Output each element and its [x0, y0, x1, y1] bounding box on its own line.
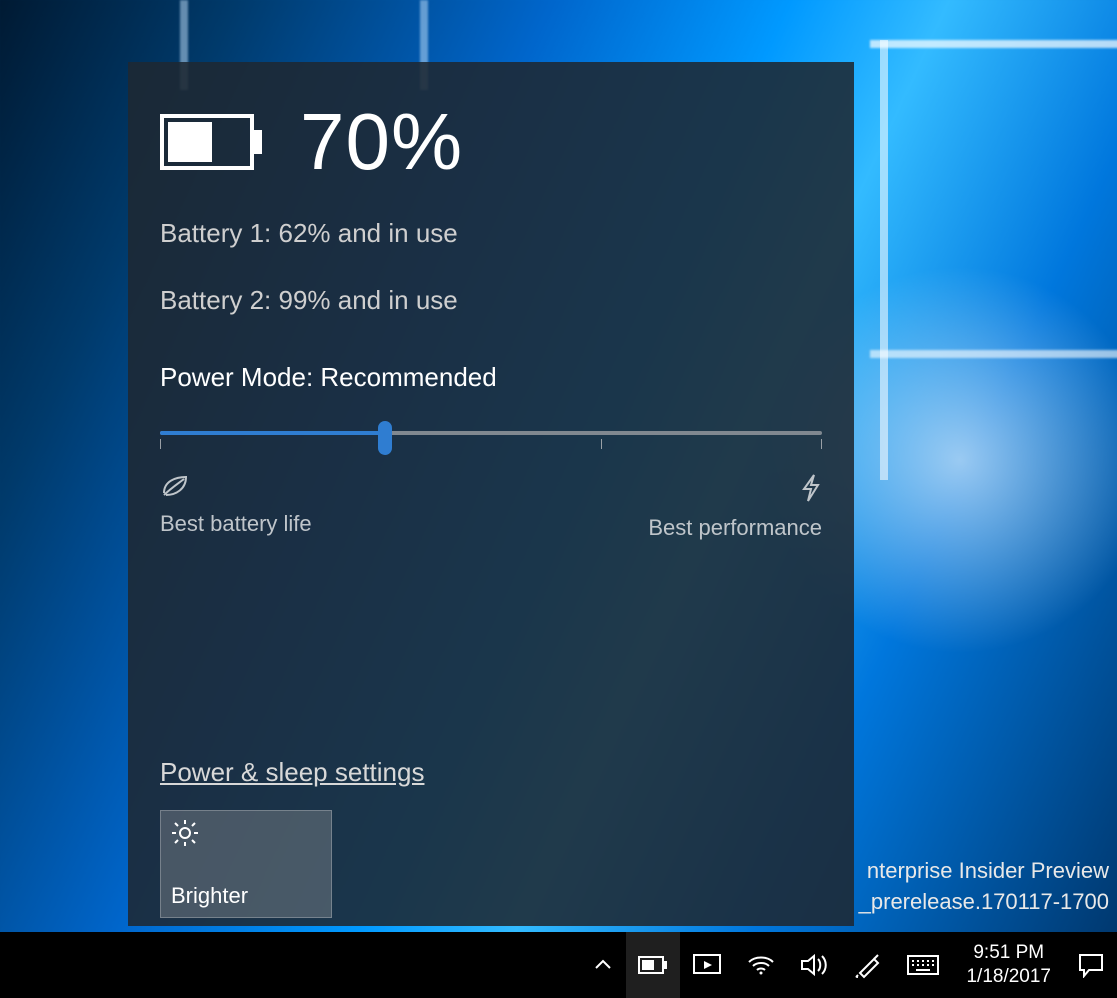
- action-center-button[interactable]: [1065, 932, 1117, 998]
- action-center-icon: [1077, 952, 1105, 978]
- brightness-icon: [171, 819, 321, 853]
- slider-max-endpoint: Best performance: [648, 473, 822, 541]
- slider-min-endpoint: Best battery life: [160, 473, 312, 541]
- system-tray: 9:51 PM 1/18/2017: [580, 932, 1117, 998]
- flyout-header: 70%: [160, 96, 822, 188]
- battery-icon: [638, 955, 668, 975]
- battery-flyout: 70% Battery 1: 62% and in use Battery 2:…: [128, 62, 854, 926]
- tray-battery-button[interactable]: [626, 932, 680, 998]
- battery-icon: [160, 114, 264, 170]
- clock-date: 1/18/2017: [966, 965, 1051, 989]
- clock-time: 9:51 PM: [973, 941, 1044, 965]
- slider-thumb[interactable]: [378, 421, 392, 455]
- desktop-watermark: nterprise Insider Preview _prerelease.17…: [859, 856, 1109, 918]
- battery-1-status: Battery 1: 62% and in use: [160, 218, 822, 249]
- tray-ink-button[interactable]: [842, 932, 894, 998]
- taskbar-clock[interactable]: 9:51 PM 1/18/2017: [952, 941, 1065, 989]
- tray-project-button[interactable]: [680, 932, 734, 998]
- watermark-line1: nterprise Insider Preview: [859, 856, 1109, 887]
- tray-overflow-button[interactable]: [580, 932, 626, 998]
- brightness-tile[interactable]: Brighter: [160, 810, 332, 918]
- power-mode-slider[interactable]: [160, 413, 822, 457]
- slider-endpoints: Best battery life Best performance: [160, 473, 822, 541]
- watermark-line2: _prerelease.170117-1700: [859, 887, 1109, 918]
- wifi-icon: [746, 953, 776, 977]
- power-mode-label: Power Mode: Recommended: [160, 362, 822, 393]
- taskbar: 9:51 PM 1/18/2017: [0, 932, 1117, 998]
- slider-min-label: Best battery life: [160, 511, 312, 537]
- touch-keyboard-icon: [906, 954, 940, 976]
- brightness-tile-label: Brighter: [171, 883, 321, 909]
- tray-wifi-button[interactable]: [734, 932, 788, 998]
- overall-battery-percent: 70%: [300, 96, 463, 188]
- chevron-up-icon: [592, 954, 614, 976]
- battery-2-status: Battery 2: 99% and in use: [160, 285, 822, 316]
- power-sleep-settings-link[interactable]: Power & sleep settings: [160, 757, 424, 788]
- tray-volume-button[interactable]: [788, 932, 842, 998]
- lightning-icon: [800, 473, 822, 509]
- volume-icon: [800, 953, 830, 977]
- project-screen-icon: [692, 953, 722, 977]
- tray-touch-keyboard-button[interactable]: [894, 932, 952, 998]
- pen-ink-icon: [854, 951, 882, 979]
- slider-max-label: Best performance: [648, 515, 822, 541]
- leaf-icon: [160, 473, 312, 505]
